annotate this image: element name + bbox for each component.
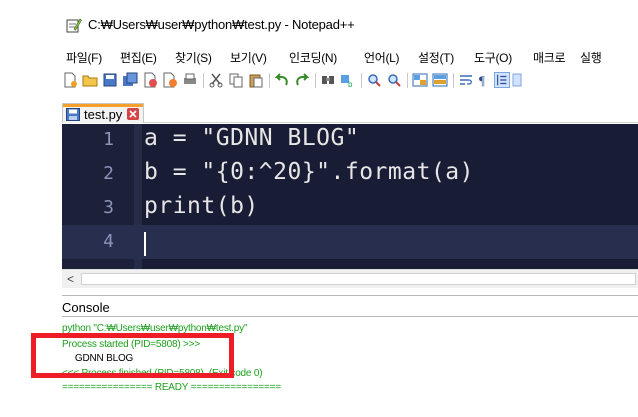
window-title: C:₩Users₩user₩python₩test.py - Notepad++ <box>88 17 355 32</box>
menu-file[interactable]: 파일(F) <box>66 49 102 66</box>
sync-vertical-icon[interactable] <box>412 72 428 88</box>
menu-language[interactable]: 언어(L) <box>364 49 400 66</box>
close-tab-icon[interactable] <box>127 108 139 120</box>
find-icon[interactable] <box>320 72 336 88</box>
menu-tools[interactable]: 도구(O) <box>474 49 512 66</box>
tab-bar: test.py <box>62 98 638 123</box>
menu-search[interactable]: 찾기(S) <box>175 49 212 66</box>
console-panel-header: Console <box>62 295 638 317</box>
close-all-icon[interactable] <box>162 72 178 88</box>
toolbar-separator <box>203 73 204 88</box>
saved-file-icon <box>66 108 80 121</box>
line-number: 1 <box>103 129 114 150</box>
tab-label: test.py <box>84 107 123 122</box>
save-icon[interactable] <box>102 72 118 88</box>
zoom-out-icon[interactable] <box>386 72 402 88</box>
tab-test-py[interactable]: test.py <box>62 103 144 123</box>
word-wrap-icon[interactable] <box>458 72 474 88</box>
notepad-plus-plus-icon <box>66 18 82 33</box>
code-line: 2 b = "{0:^20}".format(a) <box>62 159 638 193</box>
toolbar-separator <box>361 73 362 88</box>
line-code: print(b) <box>144 193 259 219</box>
svg-text:b: b <box>348 80 353 88</box>
save-all-icon[interactable] <box>122 72 138 88</box>
title-bar: C:₩Users₩user₩python₩test.py - Notepad++ <box>0 0 638 44</box>
line-number: 2 <box>103 163 114 184</box>
menu-macro[interactable]: 매크로 <box>533 49 566 66</box>
code-editor[interactable]: 1 a = "GDNN BLOG" 2 b = "{0:^20}".format… <box>62 124 638 269</box>
indent-guide-icon[interactable] <box>494 72 510 88</box>
cut-icon[interactable] <box>208 72 224 88</box>
menu-edit[interactable]: 편집(E) <box>120 49 157 66</box>
redo-icon[interactable] <box>294 72 310 88</box>
text-caret <box>144 232 146 256</box>
toolbar-separator <box>407 73 408 88</box>
svg-text:¶: ¶ <box>479 73 485 88</box>
scrollbar-thumb[interactable] <box>81 273 636 285</box>
open-file-icon[interactable] <box>82 72 98 88</box>
line-code: a = "GDNN BLOG" <box>144 125 360 151</box>
toolbar-separator <box>453 73 454 88</box>
toolbar-overflow-icon[interactable] <box>512 72 522 88</box>
red-highlight-box <box>31 333 234 378</box>
line-number: 3 <box>103 197 114 218</box>
toolbar: b ¶ <box>62 70 638 92</box>
menu-encoding[interactable]: 인코딩(N) <box>289 49 337 66</box>
menu-run[interactable]: 실행 <box>580 49 602 66</box>
console-line: ================ READY ================ <box>62 382 281 393</box>
toolbar-separator <box>269 73 270 88</box>
code-line: 1 a = "GDNN BLOG" <box>62 125 638 159</box>
line-code: b = "{0:^20}".format(a) <box>144 159 474 185</box>
menu-view[interactable]: 보기(V) <box>230 49 267 66</box>
replace-icon[interactable]: b <box>340 72 356 88</box>
undo-icon[interactable] <box>274 72 290 88</box>
show-all-chars-icon[interactable]: ¶ <box>476 72 492 88</box>
close-icon[interactable] <box>142 72 158 88</box>
zoom-in-icon[interactable] <box>366 72 382 88</box>
console-title: Console <box>62 300 110 315</box>
copy-icon[interactable] <box>228 72 244 88</box>
line-number: 4 <box>103 231 114 252</box>
scroll-left-arrow[interactable]: < <box>62 270 79 288</box>
print-icon[interactable] <box>182 72 198 88</box>
code-line: 4 <box>62 227 638 261</box>
menu-settings[interactable]: 설정(T) <box>418 49 454 66</box>
sync-horizontal-icon[interactable] <box>432 72 448 88</box>
code-line: 3 print(b) <box>62 193 638 227</box>
menu-bar: 파일(F) 편집(E) 찾기(S) 보기(V) 인코딩(N) 언어(L) 설정(… <box>0 46 638 68</box>
paste-icon[interactable] <box>248 72 264 88</box>
horizontal-scrollbar[interactable]: < <box>62 269 638 288</box>
new-file-icon[interactable] <box>62 72 78 88</box>
toolbar-separator <box>315 73 316 88</box>
